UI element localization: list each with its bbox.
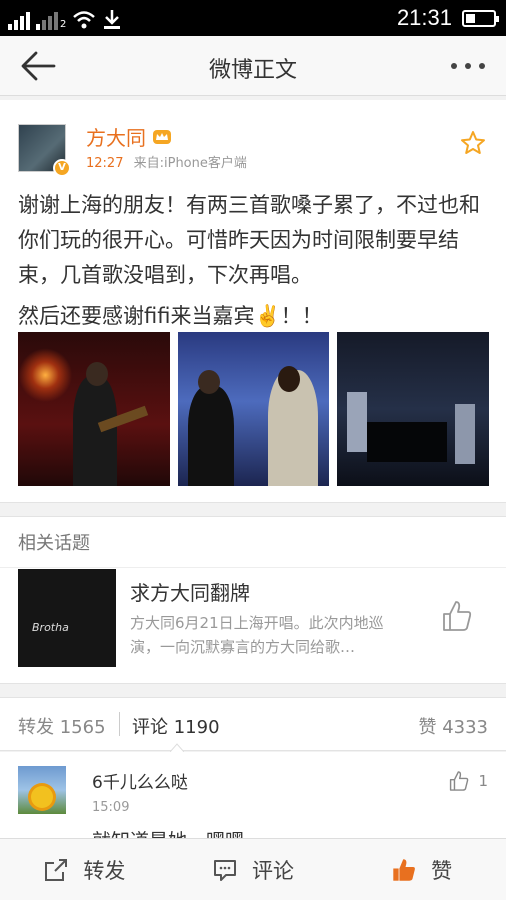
related-topic-card: 相关话题 Brotha 求方大同翻牌 方大同6月21日上海开唱。此次内地巡演，一…: [0, 516, 506, 684]
active-tab-caret-icon: [170, 743, 184, 752]
comment-time: 15:09: [92, 800, 130, 815]
status-bar: 2 21:31: [0, 0, 506, 36]
post-meta: 12:27 来自:iPhone客户端: [86, 152, 247, 171]
related-topic-title[interactable]: 求方大同翻牌: [130, 577, 250, 606]
author-name[interactable]: 方大同: [86, 122, 146, 151]
sunflower-icon: [31, 786, 53, 808]
comment-button[interactable]: 评论: [169, 839, 338, 900]
title-bar: 微博正文: [0, 36, 506, 96]
more-icon[interactable]: [450, 54, 486, 78]
related-topic-description: 方大同6月21日上海开唱。此次内地巡演，一向沉默寡言的方大同给歌…: [130, 614, 384, 656]
post-photo-2[interactable]: [177, 332, 330, 486]
tab-comment[interactable]: 评论 1190: [132, 713, 220, 739]
post-text-paragraph-2: 然后还要感谢fifi来当嘉宾✌️！！: [18, 304, 323, 328]
comment-like[interactable]: 1: [448, 770, 488, 792]
post-content: 谢谢上海的朋友！有两三首歌嗓子累了，不过也和你们玩的很开心。可惜昨天因为时间限制…: [18, 188, 492, 334]
like-button[interactable]: 赞: [337, 839, 506, 900]
commenter-name[interactable]: 6千儿么么哒: [92, 768, 188, 793]
crown-icon: [153, 129, 171, 144]
verified-badge: V: [53, 159, 71, 177]
page-title: 微博正文: [208, 58, 297, 83]
post-time: 12:27: [86, 156, 124, 171]
commenter-avatar[interactable]: [18, 766, 66, 814]
download-icon: [104, 10, 121, 29]
signal-group: 2: [8, 6, 122, 30]
like-label: 赞: [431, 858, 453, 883]
tab-divider: [119, 712, 120, 736]
wifi-icon: [73, 11, 96, 29]
related-topic-header: 相关话题: [18, 533, 90, 554]
weibo-post: V 方大同 12:27 来自:iPhone客户端 谢谢上海的朋友！有两三首歌嗓子…: [0, 100, 506, 503]
tab-repost[interactable]: 转发 1565: [18, 713, 106, 739]
network-tag: 2: [60, 19, 67, 30]
post-stats-tabs: 转发 1565 评论 1190 赞 4333: [0, 697, 506, 752]
post-text-paragraph-1: 谢谢上海的朋友！有两三首歌嗓子累了，不过也和你们玩的很开心。可惜昨天因为时间限制…: [18, 193, 480, 287]
favorite-star-icon[interactable]: [460, 130, 486, 156]
repost-label: 转发: [83, 858, 126, 883]
repost-button[interactable]: 转发: [0, 839, 169, 900]
signal-2-icon: [36, 10, 58, 30]
comment-label: 评论: [252, 858, 294, 883]
battery-icon: [462, 10, 499, 27]
related-topic-thumbnail[interactable]: Brotha: [18, 569, 116, 667]
post-photo-1[interactable]: [18, 332, 170, 486]
author-name-row: 方大同: [86, 122, 172, 151]
like-icon: [393, 858, 416, 881]
bottom-action-bar: 转发 评论 赞: [0, 838, 506, 900]
thumbs-up-icon[interactable]: [440, 599, 474, 633]
post-photo-grid: [18, 332, 490, 486]
tab-like[interactable]: 赞 4333: [418, 713, 488, 739]
comment-icon: [214, 859, 236, 881]
author-avatar[interactable]: V: [18, 124, 71, 177]
thumbnail-caption: Brotha: [32, 621, 69, 634]
divider: [0, 567, 506, 568]
comment-like-count: 1: [478, 772, 488, 790]
repost-icon: [45, 858, 68, 881]
signal-icon: [8, 10, 30, 30]
post-source: 来自:iPhone客户端: [133, 156, 247, 171]
comment-thumbs-up-icon: [450, 771, 469, 791]
clock: 21:31: [396, 5, 452, 30]
post-photo-3[interactable]: [337, 332, 490, 486]
comment-item: 6千儿么么哒 15:09 就知道是她，嘿嘿 1: [0, 752, 506, 842]
